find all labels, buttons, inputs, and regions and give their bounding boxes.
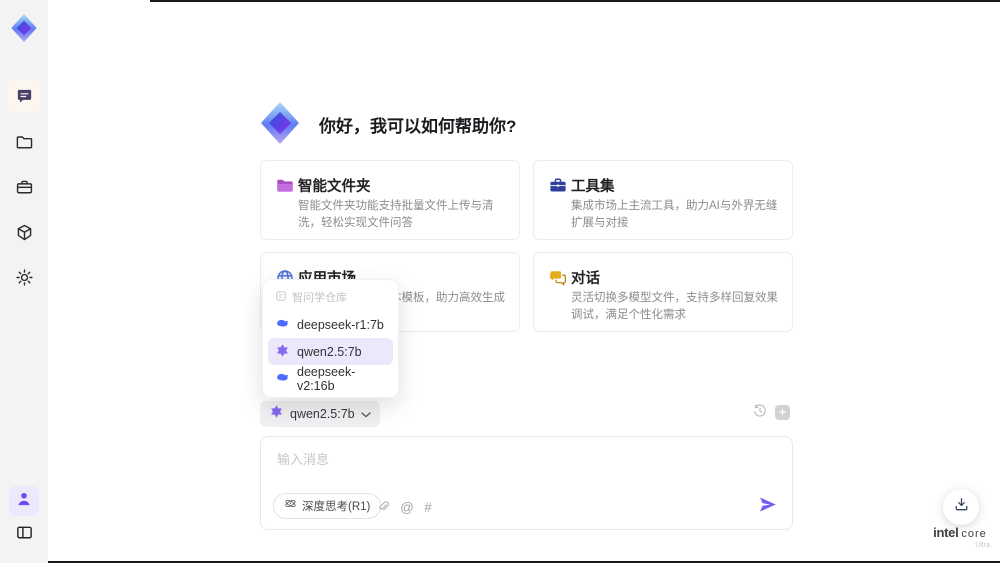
- card-smart-folder[interactable]: 智能文件夹 智能文件夹功能支持批量文件上传与清洗，轻松实现文件问答: [260, 160, 520, 240]
- intel-core-badge: intel core Ultra: [924, 524, 996, 549]
- card-title: 工具集: [571, 179, 615, 195]
- sidebar: [0, 0, 48, 563]
- sidebar-item-chat[interactable]: [8, 80, 40, 112]
- user-icon: [15, 490, 33, 513]
- card-desc: 灵活切换多模型文件，支持多样回复效果调试，满足个性化需求: [571, 292, 778, 321]
- card-title: 对话: [571, 271, 600, 287]
- sidebar-item-toolbox[interactable]: [8, 171, 40, 203]
- download-button[interactable]: [943, 489, 979, 525]
- card-title: 智能文件夹: [298, 179, 371, 195]
- deepseek-whale-icon: [275, 316, 290, 334]
- card-dialog[interactable]: 对话 灵活切换多模型文件，支持多样回复效果调试，满足个性化需求: [533, 252, 793, 332]
- sidebar-item-account[interactable]: [9, 486, 39, 516]
- smart-folder-icon: [275, 176, 295, 196]
- atom-icon: [284, 497, 297, 515]
- card-desc: 智能文件夹功能支持批量文件上传与清洗，轻松实现文件问答: [298, 200, 494, 229]
- send-icon: [758, 495, 777, 519]
- briefcase-icon: [15, 178, 34, 197]
- chevron-down-icon: [360, 405, 371, 423]
- qwen-icon: [275, 343, 290, 361]
- model-selector-label: qwen2.5:7b: [290, 407, 355, 421]
- model-selector-button[interactable]: qwen2.5:7b: [260, 401, 380, 427]
- menu-item-label: deepseek-r1:7b: [297, 317, 384, 332]
- sidebar-item-models[interactable]: [8, 216, 40, 248]
- sidebar-item-folders[interactable]: [8, 126, 40, 158]
- send-button[interactable]: [756, 496, 778, 518]
- message-input[interactable]: [275, 447, 659, 493]
- chat-bubble-icon: [15, 87, 34, 106]
- window-top-edge: [150, 0, 1000, 2]
- new-chat-icon: +: [778, 405, 786, 419]
- deepseek-whale-icon: [275, 370, 290, 388]
- panel-toggle-icon: [15, 523, 34, 547]
- new-chat-button[interactable]: +: [775, 405, 790, 420]
- app-window: 你好，我可以如何帮助你? 智能文件夹 智能文件夹功能支持批量文件上传与清洗，轻松…: [0, 0, 1000, 563]
- sidebar-item-settings[interactable]: [8, 261, 40, 293]
- core-tier-text: Ultra: [975, 542, 990, 549]
- message-composer: 深度思考(R1) @ #: [260, 436, 793, 530]
- core-product-text: core: [961, 528, 987, 540]
- model-menu-header: 智问学仓库: [268, 285, 393, 311]
- model-dropdown-menu: 智问学仓库 deepseek-r1:7b qwen2.5:7b deepseek…: [262, 279, 399, 398]
- greeting-logo-icon: [256, 99, 304, 147]
- menu-item-label: qwen2.5:7b: [297, 344, 362, 359]
- download-icon: [953, 496, 970, 518]
- menu-item-qwen[interactable]: qwen2.5:7b: [268, 338, 393, 365]
- app-logo-icon: [8, 12, 40, 44]
- history-button[interactable]: [751, 403, 769, 424]
- cube-icon: [15, 223, 34, 242]
- gear-icon: [15, 268, 34, 287]
- model-menu-header-label: 智问学仓库: [292, 292, 347, 304]
- greeting-text: 你好，我可以如何帮助你?: [319, 117, 517, 136]
- sidebar-collapse-button[interactable]: [10, 521, 38, 549]
- paperclip-icon: [376, 499, 390, 516]
- at-icon: @: [400, 499, 414, 515]
- attach-file-button[interactable]: [374, 498, 392, 516]
- repo-icon: [275, 290, 287, 305]
- hash-icon: #: [424, 499, 432, 515]
- menu-item-label: deepseek-v2:16b: [297, 364, 356, 393]
- dialog-icon: [548, 268, 568, 288]
- deep-think-toggle[interactable]: 深度思考(R1): [273, 493, 382, 519]
- toolset-icon: [548, 176, 568, 196]
- card-desc: 集成市场上主流工具，助力AI与外界无缝扩展与对接: [571, 200, 778, 229]
- menu-item-deepseek-r1[interactable]: deepseek-r1:7b: [268, 311, 393, 338]
- topic-button[interactable]: #: [419, 498, 437, 516]
- intel-brand-text: intel: [933, 525, 959, 540]
- folder-icon: [15, 133, 34, 152]
- qwen-icon: [269, 404, 284, 424]
- menu-item-deepseek-v2[interactable]: deepseek-v2:16b: [268, 364, 393, 393]
- history-icon: [752, 403, 768, 424]
- mention-button[interactable]: @: [398, 498, 416, 516]
- card-toolset[interactable]: 工具集 集成市场上主流工具，助力AI与外界无缝扩展与对接: [533, 160, 793, 240]
- deep-think-label: 深度思考(R1): [302, 501, 371, 513]
